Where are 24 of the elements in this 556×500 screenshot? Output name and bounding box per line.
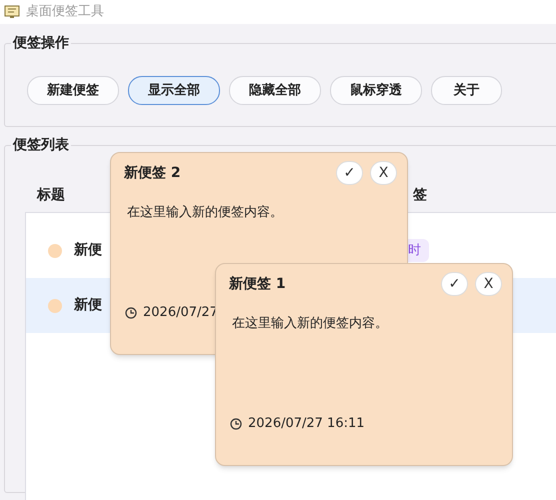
table-cell-text: 新便 xyxy=(74,240,102,260)
window-title: 桌面便签工具 xyxy=(26,3,104,22)
close-button[interactable]: X xyxy=(370,161,397,185)
confirm-button[interactable]: ✓ xyxy=(336,161,363,185)
column-header: 签 xyxy=(413,186,427,205)
app-icon xyxy=(4,5,20,19)
toolbar-button[interactable]: 鼠标穿透 xyxy=(330,76,422,105)
note-timestamp: 2026/07/27 16:11 xyxy=(248,415,365,433)
note-title: 新便签 2 xyxy=(124,164,182,182)
close-button[interactable]: X xyxy=(475,272,502,296)
toolbar-button[interactable]: 显示全部 xyxy=(128,76,220,105)
toolbar-button[interactable]: 关于 xyxy=(431,76,502,105)
note-title: 新便签 1 xyxy=(229,274,287,294)
note-dialog[interactable]: 新便签 1 ✓ X 在这里输入新的便签内容。 2026/07/27 16:11 xyxy=(215,263,513,466)
confirm-button[interactable]: ✓ xyxy=(441,272,468,296)
clock-icon xyxy=(230,418,242,430)
toolbar-button[interactable]: 新建便签 xyxy=(27,76,119,105)
table-cell-text: 新便 xyxy=(74,296,102,315)
note-timestamp: 2026/07/27 xyxy=(143,304,218,322)
clock-icon xyxy=(125,306,137,319)
note-content: 在这里输入新的便签内容。 xyxy=(232,316,388,331)
note-content: 在这里输入新的便签内容。 xyxy=(127,205,283,220)
column-header: 标题 xyxy=(37,186,66,205)
toolbar-button[interactable]: 隐藏全部 xyxy=(229,76,321,105)
